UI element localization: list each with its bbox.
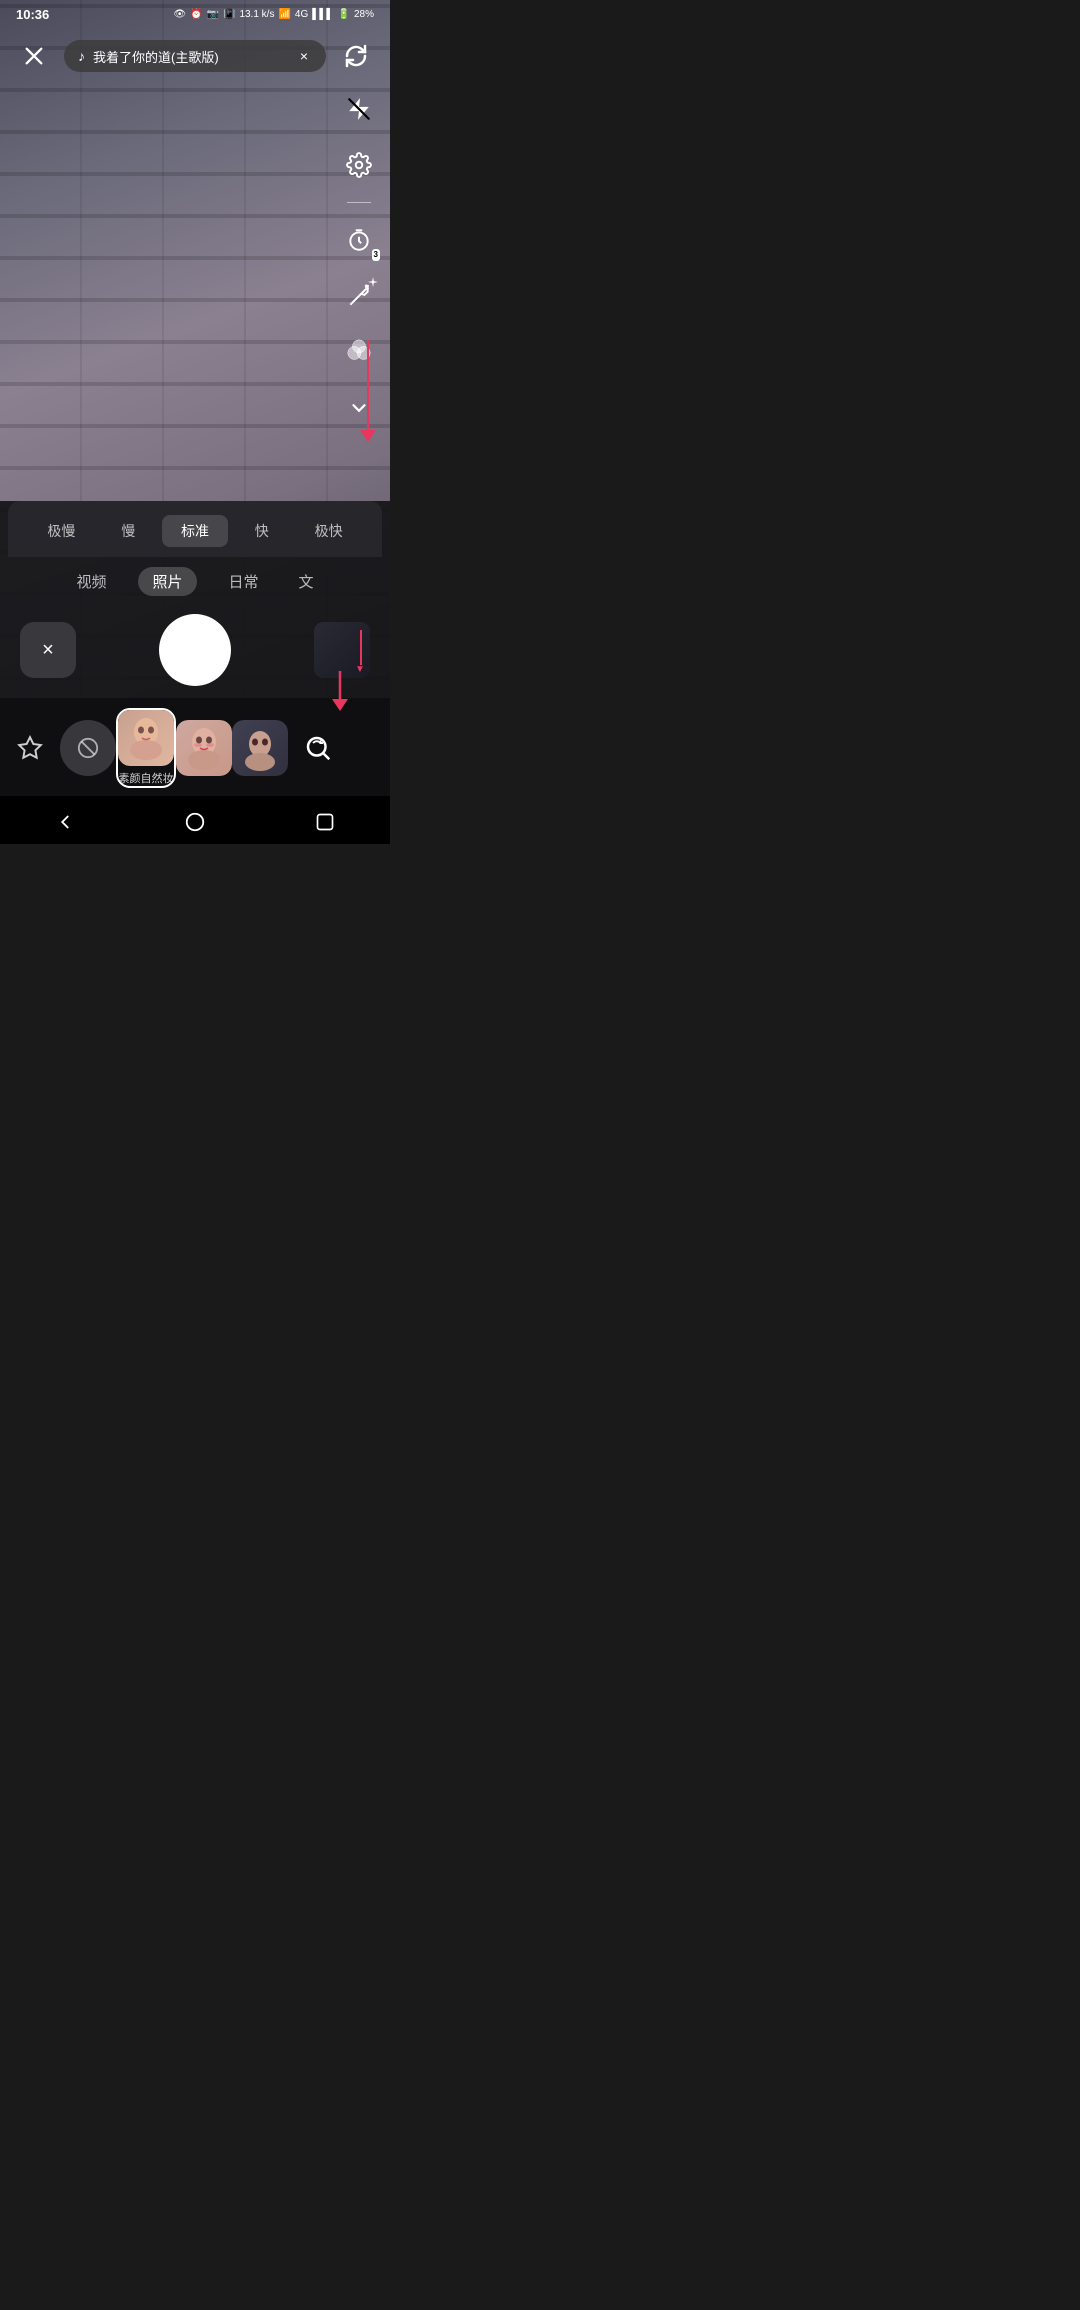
music-close-button[interactable]: × bbox=[296, 46, 312, 66]
battery-icon: 🔋 bbox=[338, 9, 350, 20]
settings-button[interactable] bbox=[340, 146, 378, 184]
speed-item-very-slow[interactable]: 极慢 bbox=[28, 515, 95, 547]
bottom-overlay: 极慢 慢 标准 快 极快 视频 照片 日常 文 × bbox=[0, 501, 390, 844]
pink-arrow-indicator bbox=[360, 340, 376, 442]
cancel-button[interactable]: × bbox=[20, 622, 76, 678]
timer-button[interactable]: 3 bbox=[340, 221, 378, 259]
nav-bar bbox=[0, 796, 390, 844]
cancel-icon: × bbox=[42, 639, 54, 662]
music-pill[interactable]: ♪ 我着了你的道(主歌版) × bbox=[64, 40, 326, 72]
gallery-thumb-inner bbox=[314, 622, 370, 678]
gallery-thumbnail[interactable] bbox=[314, 622, 370, 678]
flash-off-icon bbox=[346, 96, 372, 122]
speed-text: 13.1 k/s bbox=[239, 9, 274, 20]
filter-search-button[interactable] bbox=[288, 733, 348, 763]
mode-selector: 视频 照片 日常 文 bbox=[0, 557, 390, 606]
nav-back-button[interactable] bbox=[47, 804, 83, 840]
face-svg-1 bbox=[118, 710, 174, 766]
timer-icon bbox=[346, 227, 372, 253]
face-thumb-2 bbox=[176, 720, 232, 776]
nav-home-button[interactable] bbox=[177, 804, 213, 840]
wifi-icon: 📶 bbox=[278, 9, 290, 20]
shutter-button[interactable] bbox=[159, 614, 231, 686]
search-refresh-icon bbox=[303, 733, 333, 763]
timer-badge: 3 bbox=[372, 249, 380, 261]
settings-icon bbox=[346, 152, 372, 178]
no-filter-icon bbox=[77, 737, 99, 759]
music-note-icon: ♪ bbox=[78, 48, 85, 64]
arrow-to-search bbox=[330, 671, 350, 711]
flash-button[interactable] bbox=[340, 90, 378, 128]
speed-selector: 极慢 慢 标准 快 极快 bbox=[8, 501, 382, 557]
battery-text: 28% bbox=[354, 9, 374, 20]
refresh-button[interactable] bbox=[338, 38, 374, 74]
mode-daily[interactable]: 日常 bbox=[221, 567, 267, 596]
face-svg-3 bbox=[232, 720, 288, 776]
filter-2[interactable] bbox=[176, 720, 232, 776]
mode-video[interactable]: 视频 bbox=[68, 567, 114, 596]
favorites-button[interactable] bbox=[0, 735, 60, 761]
music-title: 我着了你的道(主歌版) bbox=[93, 47, 288, 66]
arrow-head bbox=[360, 430, 376, 442]
filter-label-natural: 素颜自然妆 bbox=[119, 770, 174, 786]
status-icons: 👁 ⏰ 📷 📳 13.1 k/s 📶 4G ▌▌▌ 🔋 28% bbox=[173, 9, 374, 20]
filter-row: 素颜自然妆 bbox=[0, 698, 390, 796]
home-circle-icon bbox=[184, 811, 206, 833]
filter-no-icon bbox=[60, 720, 116, 776]
signal-icon: ▌▌▌ bbox=[312, 9, 333, 20]
speed-item-slow[interactable]: 慢 bbox=[95, 515, 162, 547]
mode-photo[interactable]: 照片 bbox=[138, 567, 196, 596]
speed-item-fast[interactable]: 快 bbox=[228, 515, 295, 547]
speed-item-normal[interactable]: 标准 bbox=[162, 515, 229, 547]
speed-item-very-fast[interactable]: 极快 bbox=[295, 515, 362, 547]
filter-no-effect[interactable] bbox=[60, 720, 116, 776]
magic-wand-button[interactable] bbox=[340, 277, 378, 315]
star-icon bbox=[17, 735, 43, 761]
close-button[interactable] bbox=[16, 38, 52, 74]
recent-square-icon bbox=[315, 812, 335, 832]
eye-icon: 👁 bbox=[173, 9, 186, 20]
close-icon bbox=[23, 45, 45, 67]
sparkle-icon bbox=[368, 277, 378, 287]
filter-thumb-1 bbox=[118, 710, 174, 766]
status-bar: 10:36 👁 ⏰ 📷 📳 13.1 k/s 📶 4G ▌▌▌ 🔋 28% bbox=[0, 0, 390, 28]
filter-3[interactable] bbox=[232, 720, 288, 776]
face-thumb-natural bbox=[118, 710, 174, 766]
toolbar-divider bbox=[347, 202, 371, 203]
vibrate-icon: 📳 bbox=[223, 9, 235, 20]
filter-thumb-3 bbox=[232, 720, 288, 776]
camera-icon: 📷 bbox=[207, 9, 219, 20]
filter-thumb-2 bbox=[176, 720, 232, 776]
arrow-line bbox=[367, 340, 369, 430]
face-thumb-3 bbox=[232, 720, 288, 776]
face-svg-2 bbox=[176, 720, 232, 776]
gallery-arrow bbox=[360, 630, 362, 665]
4g-icon: 4G bbox=[295, 9, 308, 20]
top-bar: ♪ 我着了你的道(主歌版) × bbox=[0, 30, 390, 82]
mode-text[interactable]: 文 bbox=[291, 567, 322, 596]
status-time: 10:36 bbox=[16, 7, 49, 22]
nav-recent-button[interactable] bbox=[307, 804, 343, 840]
alarm-icon: ⏰ bbox=[190, 9, 202, 20]
filter-natural-makeup[interactable]: 素颜自然妆 bbox=[116, 708, 176, 788]
back-icon bbox=[54, 811, 76, 833]
refresh-icon bbox=[344, 44, 368, 68]
